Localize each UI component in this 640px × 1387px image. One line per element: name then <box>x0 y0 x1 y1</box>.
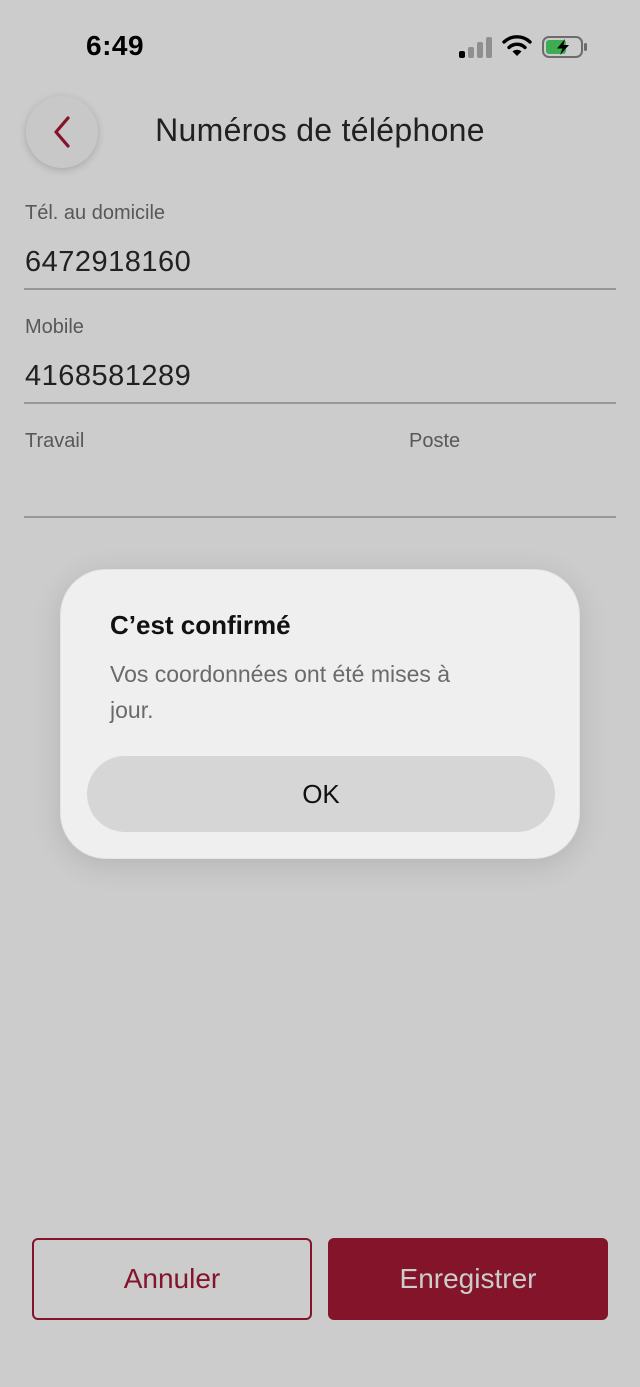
confirmation-dialog: C’est confirmé Vos coordonnées ont été m… <box>60 569 580 859</box>
ok-button[interactable]: OK <box>87 756 555 832</box>
dialog-message: Vos coordonnées ont été mises à jour. <box>110 661 451 723</box>
dialog-title: C’est confirmé <box>110 610 291 640</box>
